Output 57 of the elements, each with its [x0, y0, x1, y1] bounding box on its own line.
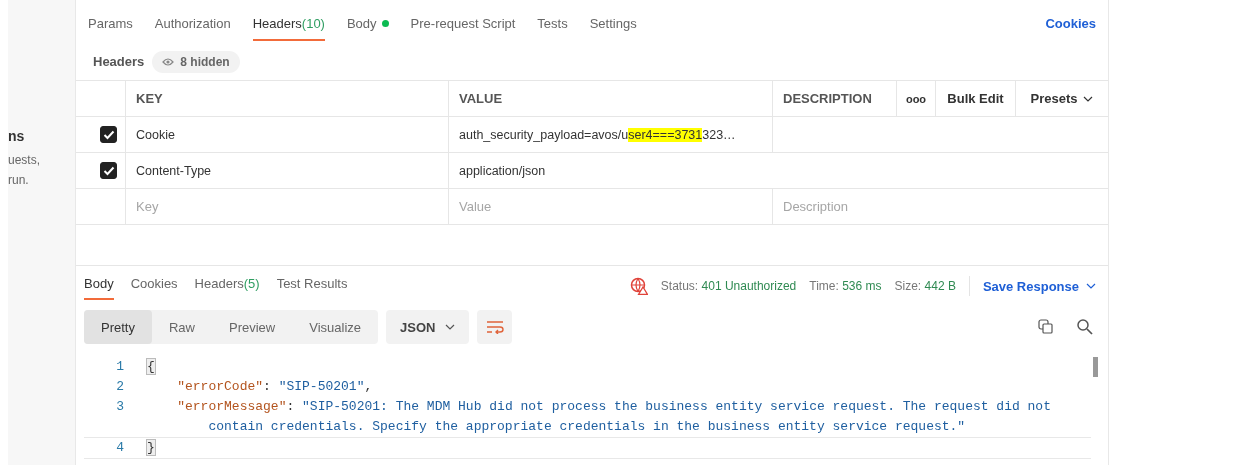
- line-number: 2: [116, 379, 124, 394]
- save-response-button[interactable]: Save Response: [982, 278, 1096, 294]
- response-tab[interactable]: Cookies: [130, 276, 178, 300]
- code-line: "errorMessage": "SIP-50201: The MDM Hub did not process the business entity service request. The request did not: [176, 398, 1051, 416]
- section-title: Headers: [93, 54, 145, 69]
- request-tab[interactable]: Settings: [589, 16, 637, 41]
- status-text: Status: 401 Unauthorized: [660, 279, 797, 293]
- request-tab[interactable]: Tests: [537, 16, 568, 41]
- checkbox[interactable]: [100, 162, 117, 179]
- request-tab[interactable]: Authorization: [154, 16, 231, 41]
- view-mode-tab[interactable]: Preview: [212, 310, 293, 344]
- code-line: "errorCode": "SIP-50201",: [176, 378, 373, 396]
- chevron-down-icon: [445, 324, 456, 330]
- presets-dropdown[interactable]: Presets: [1030, 91, 1094, 106]
- chevron-down-icon: [1086, 283, 1096, 289]
- value-input[interactable]: Value: [459, 199, 741, 214]
- column-header: DESCRIPTION: [783, 91, 872, 106]
- request-tab[interactable]: Params: [88, 16, 133, 41]
- request-tab[interactable]: Headers(10): [252, 16, 325, 41]
- status-text: Size: 442 B: [894, 279, 956, 293]
- response-tab[interactable]: Headers(5): [194, 276, 260, 300]
- table-cell: Content-Type: [136, 163, 212, 178]
- column-header: VALUE: [459, 91, 503, 106]
- globe-warning-icon: [629, 277, 648, 295]
- column-header: KEY: [136, 91, 163, 106]
- copy-icon[interactable]: [1038, 319, 1054, 335]
- bulk-edit-button[interactable]: Bulk Edit: [947, 91, 1004, 106]
- eye-icon: [162, 56, 175, 67]
- description-input[interactable]: Description: [783, 199, 1076, 214]
- request-tab[interactable]: Body: [346, 16, 389, 41]
- chevron-down-icon: [1083, 95, 1094, 102]
- view-mode-tab[interactable]: Visualize: [292, 310, 379, 344]
- table-cell: Cookie: [136, 127, 175, 142]
- wrap-lines-icon: [485, 320, 504, 334]
- view-mode-tab[interactable]: Pretty: [84, 310, 152, 344]
- table-cell: application/json: [459, 163, 546, 178]
- response-tab[interactable]: Test Results: [276, 276, 348, 300]
- scrollbar[interactable]: [1093, 357, 1098, 377]
- view-mode-tab[interactable]: Raw: [151, 310, 212, 344]
- checkbox[interactable]: [100, 126, 117, 143]
- cookies-link[interactable]: Cookies: [1045, 16, 1096, 31]
- line-number: 4: [116, 440, 124, 455]
- line-number: 1: [116, 359, 124, 374]
- line-number: 3: [116, 399, 124, 414]
- response-tab[interactable]: Body: [84, 276, 114, 300]
- side-panel-text: ns: [8, 127, 25, 146]
- hidden-toggle[interactable]: 8 hidden: [152, 50, 240, 73]
- status-text: Time: 536 ms: [809, 279, 882, 293]
- side-panel-text: uests,: [8, 152, 40, 169]
- more-button[interactable]: ooo: [905, 92, 927, 105]
- request-tab[interactable]: Pre-request Script: [410, 16, 516, 41]
- code-line: contain credentials. Specify the appropriate credentials in the business entity service request.": [207, 418, 966, 436]
- search-icon[interactable]: [1076, 318, 1094, 336]
- key-input[interactable]: Key: [136, 199, 417, 214]
- side-panel-text: run.: [8, 172, 29, 189]
- wrap-button[interactable]: [477, 310, 513, 344]
- format-dropdown[interactable]: JSON: [386, 310, 470, 344]
